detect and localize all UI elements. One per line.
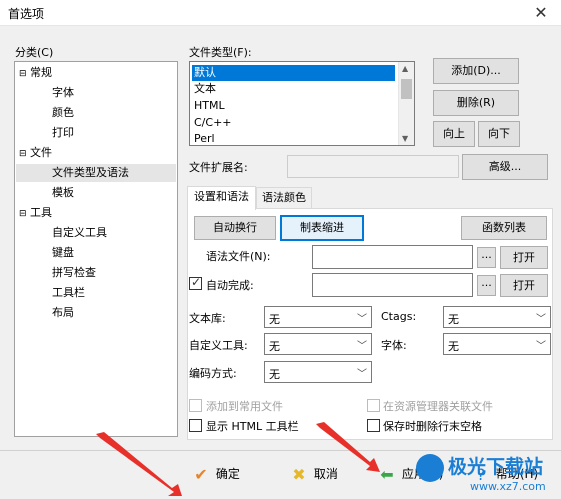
scroll-up-icon[interactable]: ▲ <box>402 64 408 73</box>
tree-node-file[interactable]: ⊟ 文件 <box>19 144 52 162</box>
chevron-down-icon: ﹀ <box>357 341 367 352</box>
move-down-button[interactable]: 向下 <box>478 121 520 147</box>
chevron-down-icon: ﹀ <box>357 369 367 380</box>
function-list-button[interactable]: 函数列表 <box>461 216 547 240</box>
add-common-checkbox[interactable] <box>189 399 202 412</box>
scroll-down-icon[interactable]: ▼ <box>402 134 408 143</box>
delete-filetype-button[interactable]: 删除(R) <box>433 90 519 116</box>
syntax-file-label: 语法文件(N): <box>206 250 271 263</box>
tree-item-font[interactable]: 字体 <box>52 84 74 102</box>
checkmark-icon: ✔ <box>194 464 208 484</box>
encoding-label: 编码方式: <box>189 367 237 380</box>
ctags-label: Ctags: <box>381 310 417 323</box>
font-label: 字体: <box>381 339 407 352</box>
filetype-list[interactable]: 默认 文本 HTML C/C++ Perl ▲ ▼ <box>189 61 415 146</box>
autocomplete-input[interactable] <box>312 273 473 297</box>
strip-trailing-checkbox[interactable] <box>367 419 380 432</box>
strip-trailing-label: 保存时删除行末空格 <box>383 420 482 433</box>
extension-input[interactable] <box>287 155 459 178</box>
tree-item-toolbar[interactable]: 工具栏 <box>52 284 85 302</box>
font-select[interactable]: 无 ﹀ <box>443 333 551 355</box>
tree-node-tools[interactable]: ⊟ 工具 <box>19 204 52 222</box>
extension-label: 文件扩展名: <box>189 161 248 174</box>
tree-item-layout[interactable]: 布局 <box>52 304 74 322</box>
tree-node-general[interactable]: ⊟ 常规 <box>19 64 52 82</box>
watermark-title: 极光下载站 <box>448 456 544 478</box>
category-label: 分类(C) <box>15 46 54 59</box>
tree-item-filetype-syntax[interactable]: 文件类型及语法 <box>16 164 176 182</box>
annotation-arrow-left <box>96 432 182 496</box>
watermark-logo-icon <box>416 454 444 482</box>
autocomplete-open-button[interactable]: 打开 <box>500 274 548 297</box>
custom-tool-select[interactable]: 无 ﹀ <box>264 333 372 355</box>
word-wrap-button[interactable]: 自动换行 <box>194 216 276 240</box>
explorer-assoc-label: 在资源管理器关联文件 <box>383 400 493 413</box>
list-item-text[interactable]: 文本 <box>192 81 395 97</box>
list-item-cpp[interactable]: C/C++ <box>192 115 395 131</box>
watermark-url: www.xz7.com <box>470 480 546 493</box>
check-icon: ✓ <box>191 275 202 289</box>
show-html-toolbar-checkbox[interactable] <box>189 419 202 432</box>
syntax-file-input[interactable] <box>312 245 473 269</box>
explorer-assoc-checkbox[interactable] <box>367 399 380 412</box>
add-common-label: 添加到常用文件 <box>206 400 283 413</box>
syntax-file-browse-button[interactable]: ... <box>477 247 496 268</box>
category-tree[interactable]: ⊟ 常规 字体 颜色 打印 ⊟ 文件 文件类型及语法 模板 ⊟ 工具 自定义工具… <box>14 61 178 437</box>
chevron-down-icon: ﹀ <box>536 341 546 352</box>
cross-icon: ✖ <box>292 464 306 484</box>
custom-tool-label: 自定义工具: <box>189 339 248 352</box>
tab-indent-button[interactable]: 制表缩进 <box>280 215 364 241</box>
tab-syntax-color[interactable]: 语法颜色 <box>256 187 312 209</box>
chevron-down-icon: ﹀ <box>357 314 367 325</box>
ctags-select[interactable]: 无 ﹀ <box>443 306 551 328</box>
list-item-html[interactable]: HTML <box>192 98 395 114</box>
list-item-perl[interactable]: Perl <box>192 131 395 145</box>
window-title: 首选项 <box>8 7 45 21</box>
cancel-button[interactable]: ✖ 取消 <box>288 459 338 491</box>
autocomplete-browse-button[interactable]: ... <box>477 275 496 296</box>
footer-separator <box>0 450 561 451</box>
arrow-left-icon: ⬅ <box>380 464 394 484</box>
close-icon[interactable]: ✕ <box>521 0 561 26</box>
watermark: 极光下载站 www.xz7.com <box>410 452 561 499</box>
list-scrollbar[interactable]: ▲ ▼ <box>398 62 414 145</box>
autocomplete-label: 自动完成: <box>206 279 254 292</box>
move-up-button[interactable]: 向上 <box>433 121 475 147</box>
tab-settings-syntax[interactable]: 设置和语法 <box>187 186 256 210</box>
scroll-thumb[interactable] <box>401 79 412 99</box>
library-label: 文本库: <box>189 312 226 325</box>
tree-item-color[interactable]: 颜色 <box>52 104 74 122</box>
autocomplete-checkbox[interactable]: ✓ <box>189 275 202 290</box>
list-item-default[interactable]: 默认 <box>192 65 395 81</box>
show-html-toolbar-label: 显示 HTML 工具栏 <box>206 420 299 433</box>
syntax-file-open-button[interactable]: 打开 <box>500 246 548 269</box>
tree-item-custom-tools[interactable]: 自定义工具 <box>52 224 107 242</box>
tree-item-keyboard[interactable]: 键盘 <box>52 244 74 262</box>
encoding-select[interactable]: 无 ﹀ <box>264 361 372 383</box>
filetype-label: 文件类型(F): <box>189 46 252 59</box>
library-select[interactable]: 无 ﹀ <box>264 306 372 328</box>
ok-button[interactable]: ✔ 确定 <box>190 459 240 491</box>
advanced-button[interactable]: 高级... <box>462 154 548 180</box>
chevron-down-icon: ﹀ <box>536 314 546 325</box>
add-filetype-button[interactable]: 添加(D)... <box>433 58 519 84</box>
tree-item-spellcheck[interactable]: 拼写检查 <box>52 264 96 282</box>
tree-item-print[interactable]: 打印 <box>52 124 74 142</box>
tree-item-template[interactable]: 模板 <box>52 184 74 202</box>
title-bar: 首选项 ✕ <box>0 0 561 26</box>
